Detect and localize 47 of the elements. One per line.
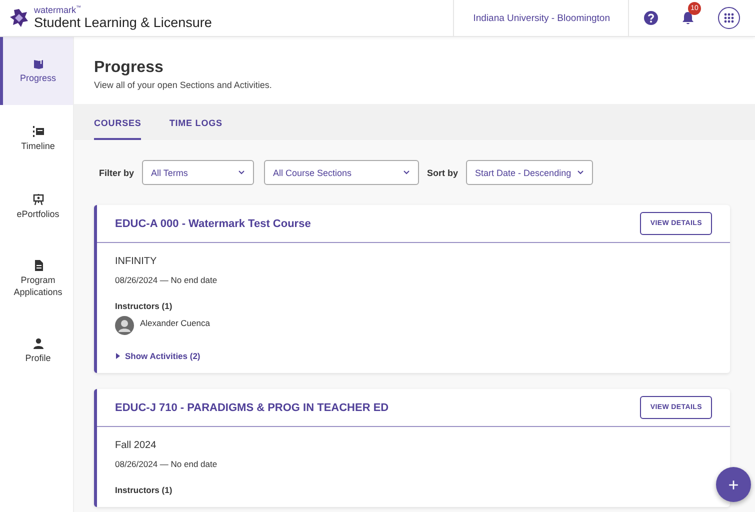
- filter-label: Filter by: [99, 168, 134, 178]
- instructors-heading: Instructors (1): [115, 301, 174, 311]
- course-dates: 08/26/2024 — No end date: [115, 459, 218, 469]
- course-dates: 08/26/2024 — No end date: [115, 275, 218, 285]
- bell-icon: [682, 11, 694, 25]
- course-title: EDUC-J 710 - PARADIGMS & PROG IN TEACHER ED: [115, 402, 389, 414]
- sidebar-label: Progress: [20, 72, 56, 84]
- chevron-down-icon: [238, 170, 246, 175]
- sidebar-item[interactable]: Progress: [0, 37, 73, 105]
- tab[interactable]: TIME LOGS: [169, 104, 222, 140]
- course-title: EDUC-A 000 - Watermark Test Course: [115, 218, 311, 230]
- sort-label: Sort by: [427, 168, 458, 178]
- sidebar-label: ePortfolios: [16, 208, 60, 220]
- help-icon: [644, 11, 658, 25]
- tab[interactable]: COURSES: [94, 104, 142, 140]
- organization-name[interactable]: Indiana University - Bloomington: [453, 0, 629, 36]
- brand-name: watermark$^{™}$: [34, 6, 82, 16]
- course-term: Fall 2024: [115, 440, 158, 451]
- sidebar-label: Profile: [25, 352, 51, 364]
- apps-menu-button[interactable]: [718, 7, 740, 29]
- instructor-name: Alexander Cuenca: [140, 318, 210, 328]
- document-icon: [32, 260, 44, 271]
- course-term: INFINITY: [115, 256, 158, 267]
- sidebar-item[interactable]: Program Applications: [0, 241, 73, 317]
- easel-icon: [32, 194, 44, 205]
- page-title: Progress: [94, 59, 164, 77]
- person-icon: [32, 338, 44, 349]
- sort-dropdown[interactable]: Start Date - Descending: [466, 160, 594, 185]
- page-subtitle: View all of your open Sections and Activities.: [94, 80, 273, 90]
- sidebar-label: Timeline: [21, 140, 55, 152]
- show-activities-link[interactable]: Show Activities (2): [115, 351, 200, 361]
- avatar-icon: [115, 316, 134, 335]
- sidebar-item[interactable]: Timeline: [0, 105, 73, 173]
- app-name: Student Learning & Licensure: [34, 16, 212, 30]
- sidebar-label: Program Applications: [12, 274, 64, 298]
- logo-icon: [10, 9, 28, 27]
- grid-icon: [724, 12, 734, 24]
- sidebar-item[interactable]: Profile: [0, 317, 73, 385]
- sidebar-item[interactable]: ePortfolios: [0, 173, 73, 241]
- instructors-heading: Instructors (1): [115, 485, 174, 495]
- term-dropdown[interactable]: All Terms: [142, 160, 254, 185]
- chevron-down-icon: [403, 170, 410, 175]
- triangle-icon: [115, 353, 121, 359]
- section-dropdown[interactable]: All Course Sections: [264, 160, 420, 185]
- list-icon: [32, 126, 44, 137]
- book-icon: [32, 58, 44, 69]
- chevron-down-icon: [577, 170, 584, 175]
